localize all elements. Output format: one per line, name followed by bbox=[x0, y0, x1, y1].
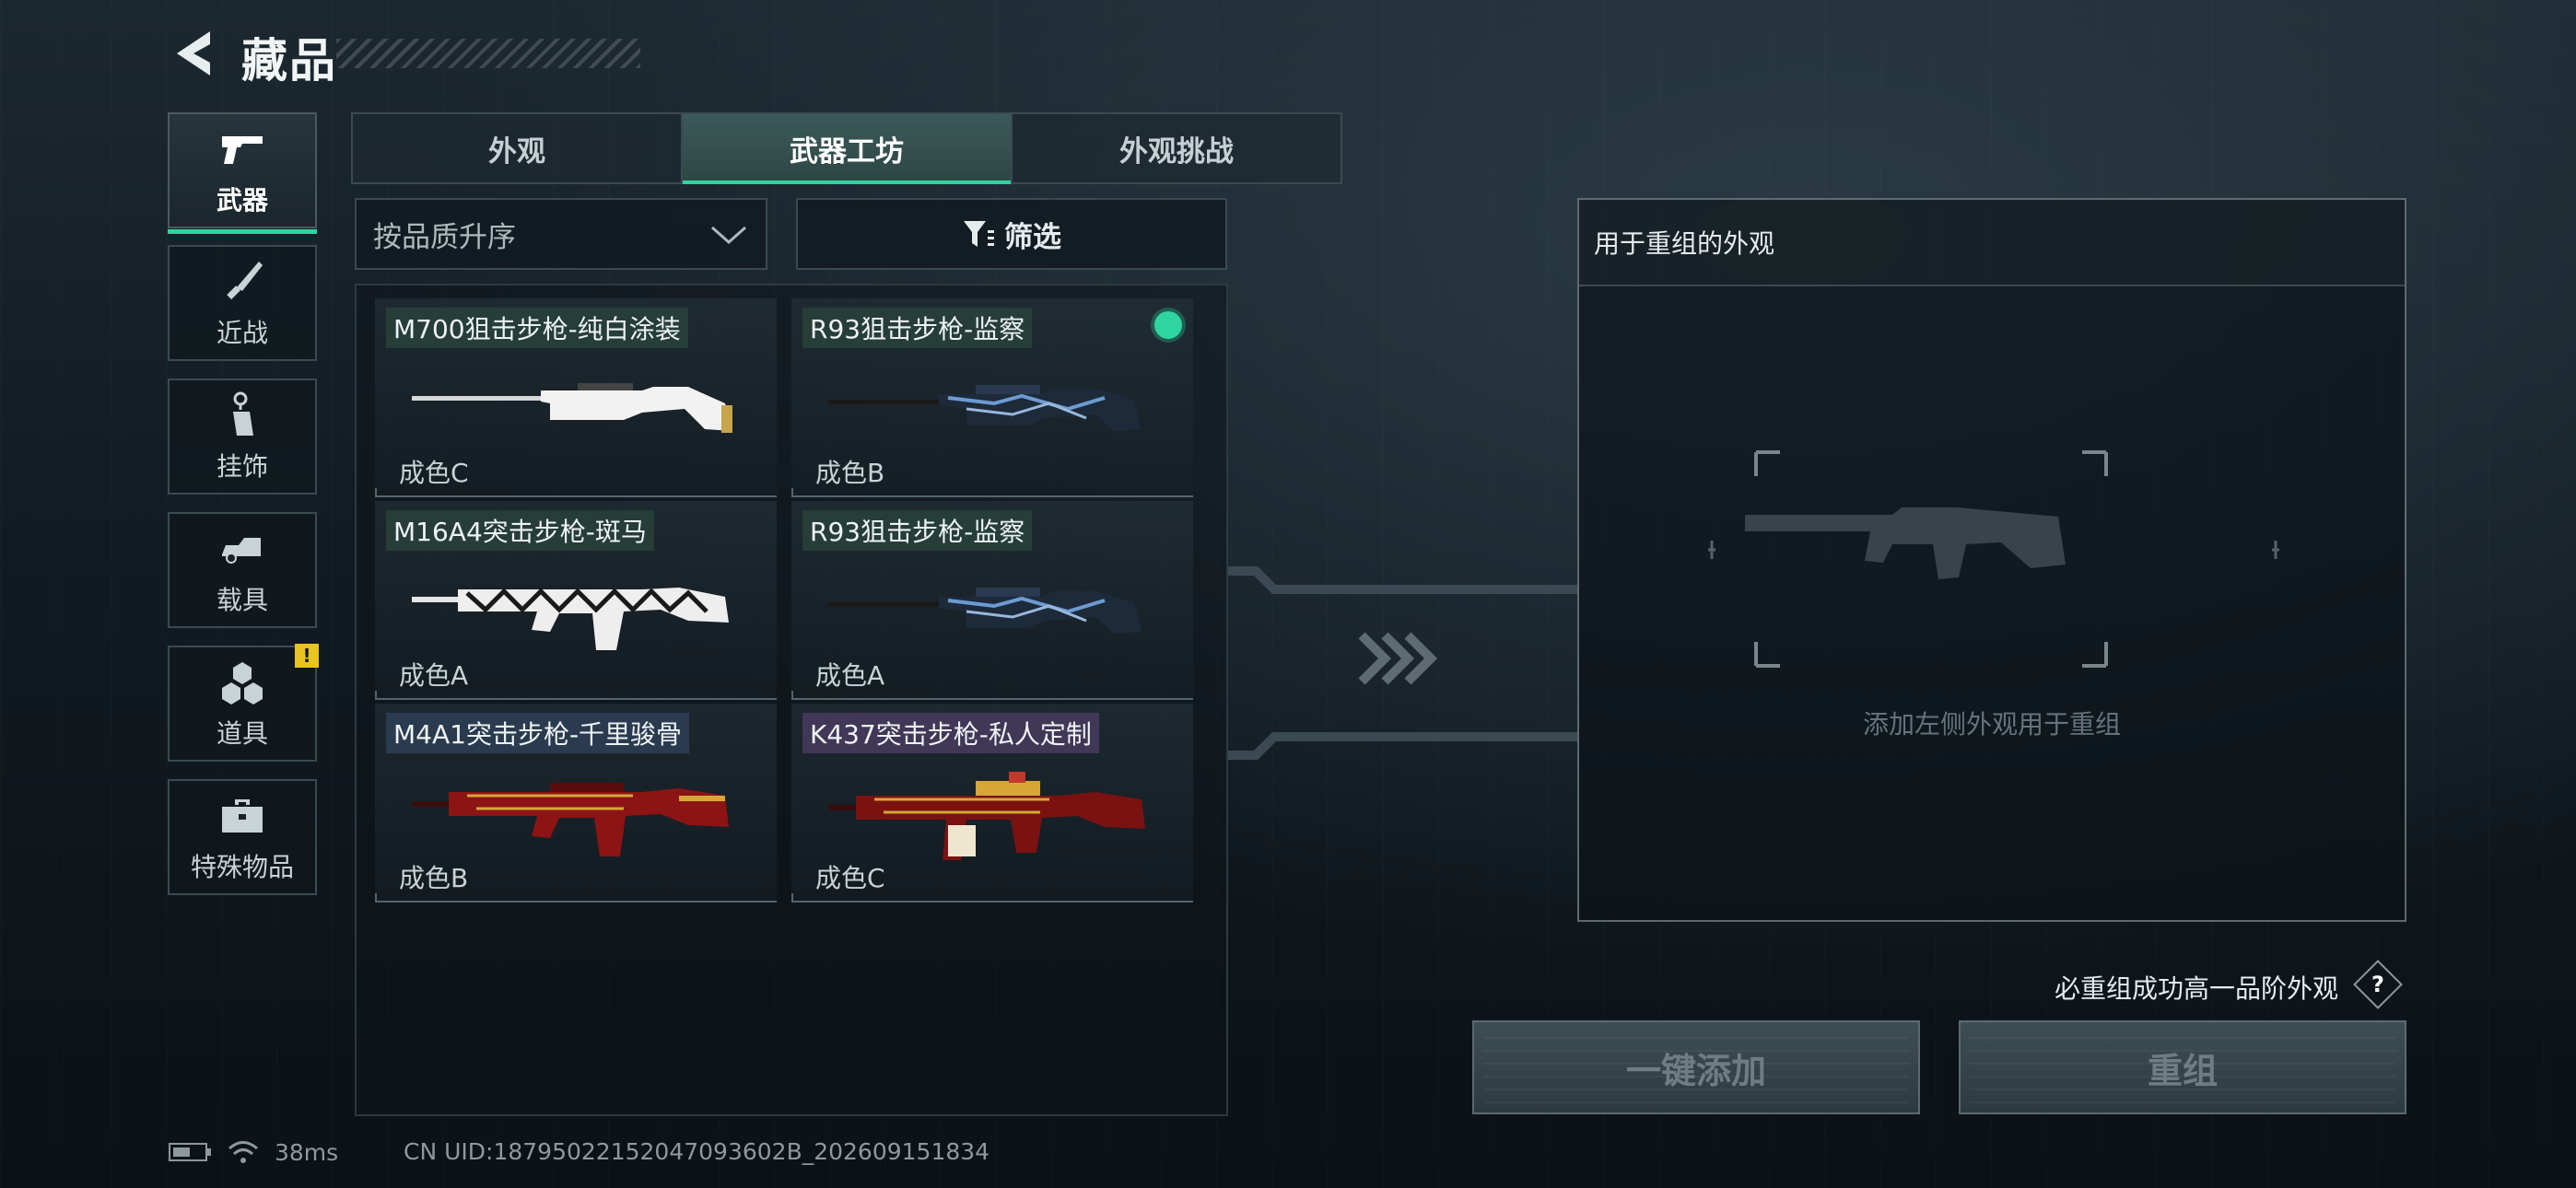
condition-label: 成色C bbox=[399, 458, 469, 488]
sidebar-item-label: 载具 bbox=[216, 585, 268, 615]
assault-rifle-icon bbox=[412, 783, 729, 856]
recombine-label: 重组 bbox=[2147, 1050, 2218, 1091]
chevron-down-icon bbox=[711, 226, 746, 245]
knife-icon bbox=[227, 262, 263, 300]
tab-appearance[interactable]: 外观 bbox=[353, 114, 683, 182]
charm-icon bbox=[233, 391, 253, 436]
sidebar-item-melee[interactable]: 近战 bbox=[168, 245, 317, 361]
help-icon: ? bbox=[2371, 972, 2384, 997]
wifi-icon bbox=[228, 1141, 258, 1163]
title-decoration bbox=[336, 39, 640, 68]
recombine-hint: 添加左侧外观用于重组 bbox=[1862, 709, 2121, 740]
condition-label: 成色A bbox=[399, 660, 469, 691]
skin-name: K437突击步枪-私人定制 bbox=[802, 713, 1099, 753]
sidebar-item-label: 近战 bbox=[216, 318, 268, 348]
skin-card[interactable]: K437突击步枪-私人定制 成色C bbox=[791, 704, 1193, 903]
assault-rifle-icon bbox=[828, 772, 1145, 860]
toolbox-icon bbox=[222, 799, 263, 833]
skin-name: M16A4突击步枪-斑马 bbox=[386, 510, 654, 551]
condition-label: 成色C bbox=[815, 863, 885, 893]
recombine-button[interactable]: 重组 bbox=[1959, 1020, 2406, 1114]
skin-name: R93狙击步枪-监察 bbox=[802, 308, 1033, 348]
sidebar-item-label: 道具 bbox=[216, 718, 268, 749]
sort-dropdown[interactable]: 按品质升序 bbox=[355, 198, 767, 270]
skin-card[interactable]: M16A4突击步枪-斑马 成色A bbox=[375, 501, 777, 700]
back-button[interactable] bbox=[168, 26, 223, 81]
back-arrow-icon bbox=[177, 31, 210, 76]
tab-appearance-challenge[interactable]: 外观挑战 bbox=[1013, 114, 1341, 182]
selected-indicator bbox=[1154, 311, 1182, 339]
recombine-panel-header: 用于重组的外观 bbox=[1579, 200, 2405, 286]
sort-label: 按品质升序 bbox=[373, 220, 516, 254]
connector-arrows bbox=[1228, 566, 1578, 760]
tab-bar: 外观 武器工坊 外观挑战 bbox=[351, 112, 1342, 184]
sidebar-item-label: 特殊物品 bbox=[190, 852, 294, 882]
guarantee-text: 必重组成功高一品阶外观 bbox=[2055, 973, 2339, 1004]
tab-weapon-workshop[interactable]: 武器工坊 bbox=[683, 114, 1013, 184]
sidebar-item-special[interactable]: 特殊物品 bbox=[168, 779, 317, 895]
skin-name: M700狙击步枪-纯白涂装 bbox=[386, 308, 688, 348]
items-icon bbox=[222, 662, 263, 705]
sidebar-item-label: 武器 bbox=[216, 185, 268, 215]
filter-label: 筛选 bbox=[1004, 220, 1061, 254]
assault-rifle-icon bbox=[412, 588, 729, 650]
skin-name: M4A1突击步枪-千里骏骨 bbox=[386, 713, 690, 753]
skin-card[interactable]: M700狙击步枪-纯白涂装 成色C bbox=[375, 298, 777, 497]
sniper-rifle-icon bbox=[412, 383, 732, 433]
filter-button[interactable]: 筛选 bbox=[796, 198, 1227, 270]
condition-label: 成色B bbox=[399, 863, 469, 893]
notification-badge: ! bbox=[295, 644, 319, 668]
pistol-icon bbox=[222, 136, 263, 164]
sidebar-item-label: 挂饰 bbox=[216, 451, 268, 482]
recombine-slot[interactable] bbox=[1708, 448, 2279, 670]
uid-text: CN UID:18795022152047093602B_20260915183… bbox=[404, 1138, 990, 1165]
skin-card[interactable]: M4A1突击步枪-千里骏骨 成色B bbox=[375, 704, 777, 903]
skin-card[interactable]: R93狙击步枪-监察 成色B bbox=[791, 298, 1193, 497]
battery-icon bbox=[169, 1143, 211, 1161]
condition-label: 成色A bbox=[815, 660, 885, 691]
add-all-label: 一键添加 bbox=[1625, 1050, 1766, 1091]
sidebar-item-items[interactable]: 道具 ! bbox=[168, 644, 319, 762]
sniper-rifle-icon bbox=[828, 588, 1142, 634]
filter-icon bbox=[964, 221, 994, 247]
sidebar-item-vehicles[interactable]: 载具 bbox=[168, 512, 317, 628]
add-all-button[interactable]: 一键添加 bbox=[1472, 1020, 1920, 1114]
ping-value: 38ms bbox=[275, 1138, 339, 1166]
recombine-panel: 用于重组的外观 添加左侧外观用于重组 bbox=[1577, 198, 2406, 922]
sidebar-item-charms[interactable]: 挂饰 bbox=[168, 379, 317, 495]
vehicle-icon bbox=[222, 538, 261, 564]
skin-name: R93狙击步枪-监察 bbox=[802, 510, 1033, 551]
skin-card[interactable]: R93狙击步枪-监察 成色A bbox=[791, 501, 1193, 700]
sniper-rifle-icon bbox=[828, 385, 1142, 431]
sidebar-item-weapons[interactable]: 武器 bbox=[168, 112, 317, 234]
skin-grid: M700狙击步枪-纯白涂装 成色C R93狙击步枪-监察 成色B M16A4突击… bbox=[355, 284, 1228, 1116]
page-title: 藏品 bbox=[241, 34, 337, 87]
status-bar: 38ms bbox=[168, 1138, 338, 1166]
condition-label: 成色B bbox=[815, 458, 885, 488]
